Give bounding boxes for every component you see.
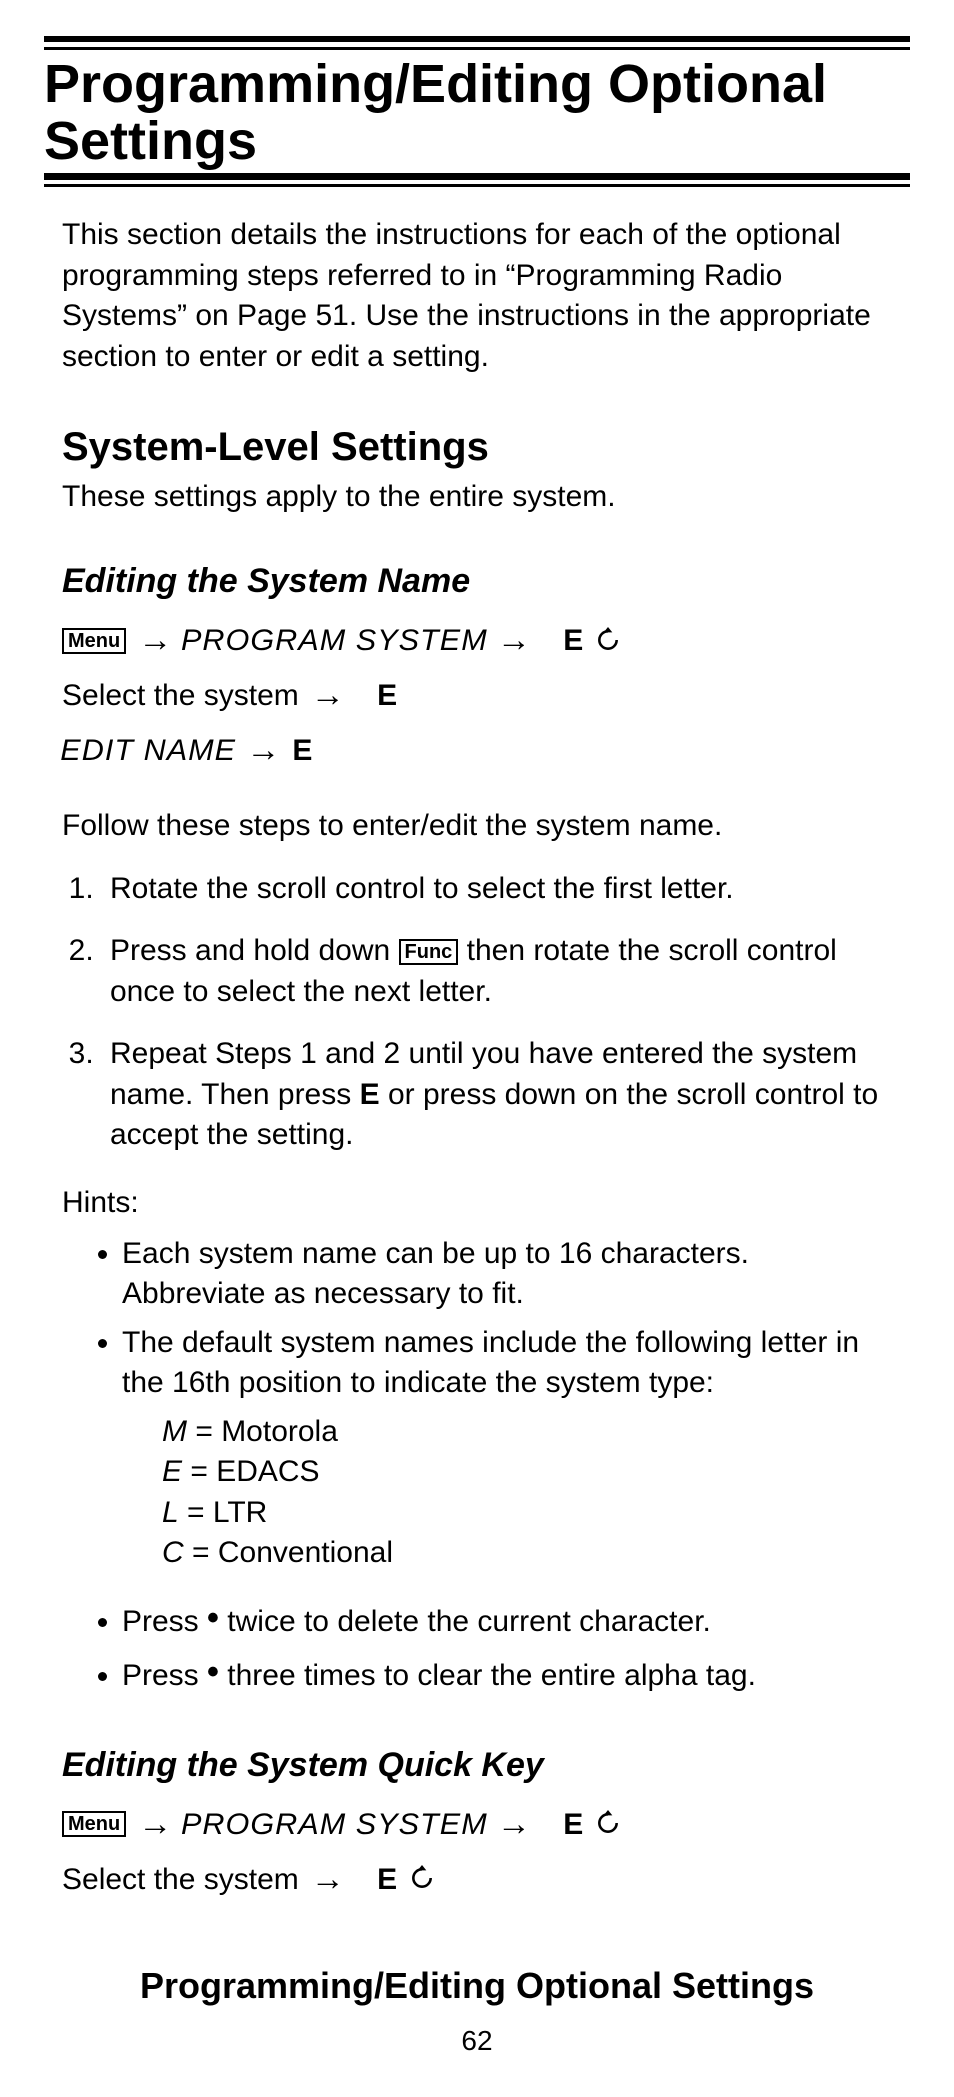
- e-key-label: E: [292, 728, 312, 773]
- page-title: Programming/Editing Optional Settings: [44, 56, 910, 169]
- hint-4-a: Press: [122, 1659, 207, 1692]
- nav-line-3: EDIT NAME → E: [62, 725, 910, 776]
- title-underline-rule: [44, 173, 910, 187]
- nav-line-1: Menu → PROGRAM SYSTEM → E: [62, 615, 910, 666]
- hint-3-b: twice to delete the current character.: [227, 1605, 711, 1638]
- hint-4: Press • three times to clear the entire …: [122, 1652, 880, 1698]
- code-m-desc: = Motorola: [187, 1415, 338, 1448]
- hint-4-b: three times to clear the entire alpha ta…: [227, 1659, 756, 1692]
- follow-steps-text: Follow these steps to enter/edit the sys…: [62, 806, 910, 847]
- hints-label: Hints:: [62, 1186, 910, 1220]
- arrow-icon: →: [497, 1799, 531, 1850]
- system-type-codes: M = Motorola E = EDACS L = LTR C = Conve…: [162, 1412, 910, 1574]
- dot-icon: •: [207, 1653, 219, 1691]
- scroll-rotate-icon: [595, 627, 621, 653]
- menu-keycap: Menu: [62, 628, 126, 654]
- menu-keycap: Menu: [62, 1811, 126, 1837]
- steps-list: Rotate the scroll control to select the …: [102, 869, 890, 1156]
- step-1: Rotate the scroll control to select the …: [102, 869, 890, 910]
- code-e-desc: = EDACS: [182, 1455, 320, 1488]
- e-key-label: E: [377, 673, 397, 718]
- scroll-rotate-icon: [409, 1865, 435, 1891]
- code-m-symbol: M: [162, 1415, 187, 1448]
- hint-1: Each system name can be up to 16 charact…: [122, 1234, 880, 1315]
- section-heading-system-level: System-Level Settings: [62, 425, 910, 470]
- code-e-symbol: E: [162, 1455, 182, 1488]
- hint-3-a: Press: [122, 1605, 207, 1638]
- hints-list-1: Each system name can be up to 16 charact…: [122, 1234, 880, 1404]
- code-l-symbol: L: [162, 1496, 179, 1529]
- step-3: Repeat Steps 1 and 2 until you have ente…: [102, 1034, 890, 1156]
- hints-list-2: Press • twice to delete the current char…: [122, 1598, 880, 1698]
- hint-2: The default system names include the fol…: [122, 1323, 880, 1404]
- step-2: Press and hold down Func then rotate the…: [102, 931, 890, 1012]
- lcd-edit-name: EDIT NAME: [60, 728, 236, 773]
- page: Programming/Editing Optional Settings Th…: [0, 0, 954, 2097]
- top-rule: [44, 36, 910, 50]
- subheading-edit-system-name: Editing the System Name: [62, 562, 910, 601]
- footer-running-title: Programming/Editing Optional Settings: [44, 1965, 910, 2007]
- arrow-icon: →: [138, 615, 172, 666]
- nav-line-5: Select the system → E: [62, 1854, 910, 1905]
- lcd-program-system: PROGRAM SYSTEM: [181, 618, 488, 663]
- lcd-program-system: PROGRAM SYSTEM: [181, 1802, 488, 1847]
- func-keycap: Func: [399, 939, 459, 965]
- nav-line-2: Select the system → E: [62, 670, 910, 721]
- nav-line-4: Menu → PROGRAM SYSTEM → E: [62, 1799, 910, 1850]
- arrow-icon: →: [246, 725, 280, 776]
- section-sub-system-level: These settings apply to the entire syste…: [62, 480, 910, 514]
- e-key-label: E: [563, 1802, 583, 1847]
- code-edacs: E = EDACS: [162, 1452, 910, 1493]
- code-c-symbol: C: [162, 1536, 184, 1569]
- step-2-text-a: Press and hold down: [110, 934, 399, 967]
- subheading-edit-quick-key: Editing the System Quick Key: [62, 1746, 910, 1785]
- arrow-icon: →: [311, 670, 345, 721]
- code-ltr: L = LTR: [162, 1493, 910, 1534]
- e-key-label: E: [377, 1857, 397, 1902]
- scroll-rotate-icon: [595, 1810, 621, 1836]
- select-system-text: Select the system: [62, 673, 299, 718]
- select-system-text: Select the system: [62, 1857, 299, 1902]
- arrow-icon: →: [311, 1854, 345, 1905]
- e-key-label: E: [360, 1078, 380, 1111]
- code-l-desc: = LTR: [179, 1496, 268, 1529]
- arrow-icon: →: [138, 1799, 172, 1850]
- dot-icon: •: [207, 1599, 219, 1637]
- code-c-desc: = Conventional: [184, 1536, 393, 1569]
- e-key-label: E: [563, 618, 583, 663]
- code-conventional: C = Conventional: [162, 1533, 910, 1574]
- page-number: 62: [44, 2025, 910, 2057]
- hint-3: Press • twice to delete the current char…: [122, 1598, 880, 1644]
- arrow-icon: →: [497, 615, 531, 666]
- intro-paragraph: This section details the instructions fo…: [62, 215, 902, 377]
- code-motorola: M = Motorola: [162, 1412, 910, 1453]
